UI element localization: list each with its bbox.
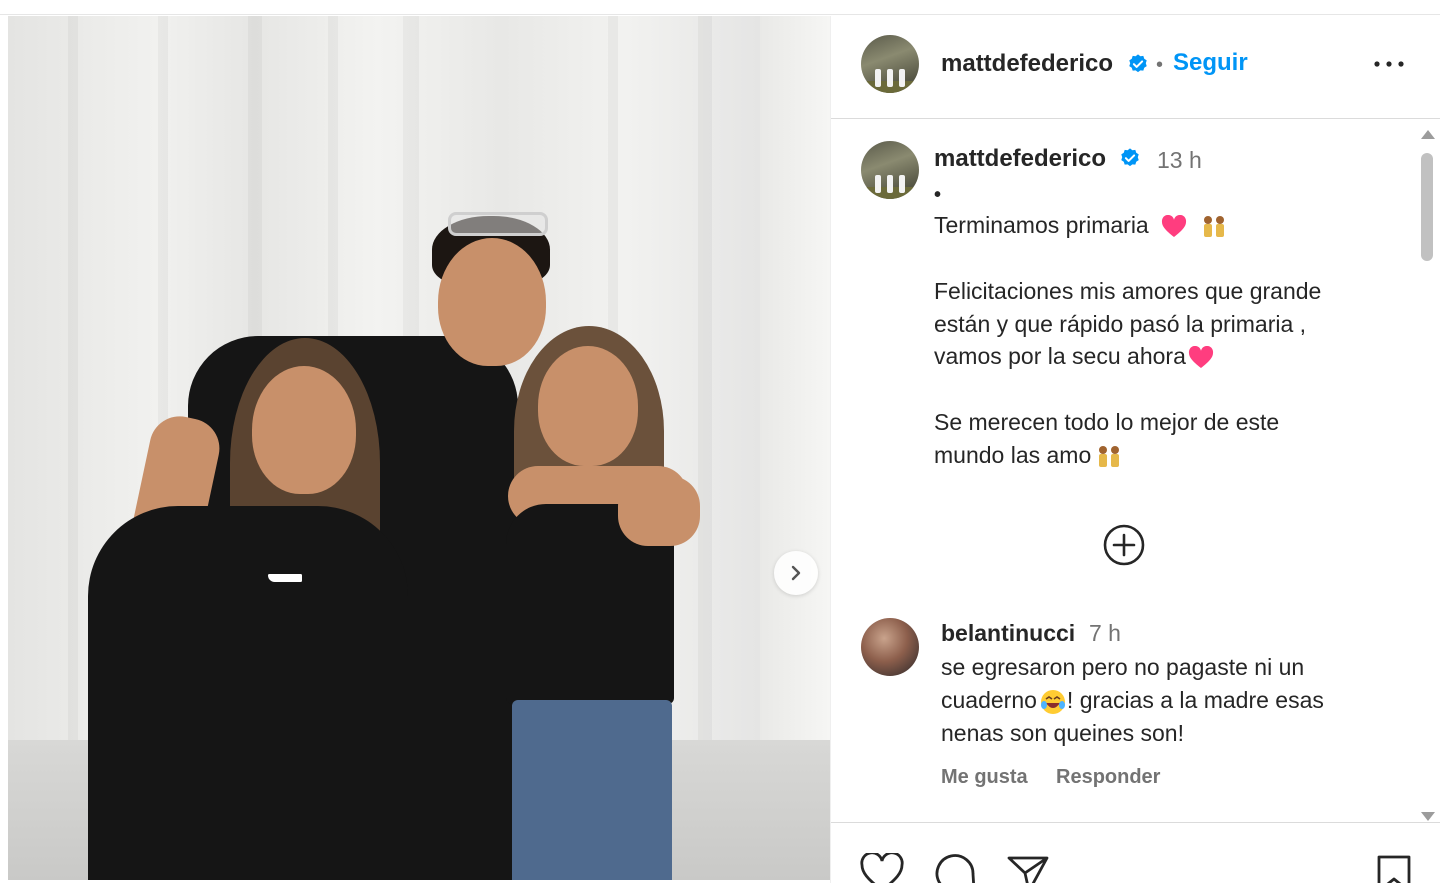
post-timestamp[interactable]: 13 h: [1157, 147, 1202, 174]
share-button[interactable]: [1005, 853, 1051, 883]
comment-timestamp[interactable]: 7 h: [1089, 620, 1121, 647]
commenter-avatar[interactable]: [861, 618, 919, 676]
caption-text: Terminamos primaria: [934, 212, 1149, 238]
comment-text-line: se egresaron pero no pagaste ni un: [941, 654, 1305, 680]
browser-top-edge: [0, 0, 1440, 15]
like-button[interactable]: [859, 851, 905, 883]
share-icon: [1007, 856, 1049, 883]
caption-line: Se merecen todo lo mejor de este: [934, 409, 1280, 435]
caption-bullet: •: [934, 184, 942, 206]
author-username[interactable]: mattdefederico: [941, 50, 1113, 78]
post-action-bar: [831, 822, 1440, 883]
comment-reply-button[interactable]: Responder: [1056, 766, 1160, 789]
caption-author-avatar[interactable]: [861, 141, 919, 199]
caption-text: vamos por la secu ahora: [934, 343, 1186, 369]
load-more-comments-button[interactable]: [1102, 523, 1146, 567]
scrollbar-thumb[interactable]: [1421, 153, 1433, 261]
heart-icon: [860, 851, 904, 883]
comment-text-line: nenas son queines son!: [941, 720, 1184, 746]
scroll-up-arrow-icon[interactable]: [1421, 130, 1435, 139]
caption-line: están y que rápido pasó la primaria ,: [934, 311, 1307, 337]
chevron-right-icon: [791, 565, 801, 581]
two-girls-icon: [1099, 445, 1120, 467]
caption-line: mundo las amo: [934, 442, 1123, 469]
comment-text: cuaderno: [941, 687, 1037, 713]
post-header: mattdefederico • Seguir: [831, 16, 1440, 119]
comment-like-button[interactable]: Me gusta: [941, 766, 1028, 789]
comment-text-line: cuaderno ! gracias a la madre esas: [941, 687, 1324, 715]
verified-badge-icon: [1129, 54, 1147, 73]
post-photo: [8, 16, 830, 880]
pink-heart-icon: [1188, 345, 1213, 368]
two-girls-icon: [1203, 215, 1224, 237]
caption-author-username[interactable]: mattdefederico: [934, 145, 1106, 173]
post-sidebar: mattdefederico • Seguir mattdefederico 1…: [830, 16, 1440, 883]
follow-button[interactable]: Seguir: [1173, 49, 1248, 77]
commenter-username[interactable]: belantinucci: [941, 620, 1075, 647]
comment-text: ! gracias a la madre esas: [1066, 687, 1324, 713]
save-button[interactable]: [1371, 853, 1417, 883]
author-avatar[interactable]: [861, 35, 919, 93]
comment-icon: [935, 854, 975, 883]
browser-left-edge: [0, 15, 8, 883]
comment-button[interactable]: [933, 853, 979, 883]
plus-circle-icon: [1103, 524, 1145, 566]
caption-line: vamos por la secu ahora: [934, 343, 1214, 370]
next-photo-button[interactable]: [774, 551, 818, 595]
pink-heart-icon: [1162, 214, 1187, 237]
more-options-button[interactable]: [1369, 49, 1409, 79]
verified-badge-icon: [1121, 148, 1139, 167]
more-options-icon: [1374, 60, 1404, 67]
comments-scrollbar[interactable]: [1417, 126, 1437, 821]
separator-dot: •: [1156, 54, 1164, 76]
scroll-down-arrow-icon[interactable]: [1421, 812, 1435, 821]
laughing-face-icon: [1040, 689, 1065, 714]
caption-line: Terminamos primaria: [934, 212, 1228, 239]
bookmark-icon: [1377, 855, 1411, 883]
caption-text: mundo las amo: [934, 442, 1092, 468]
caption-line: Felicitaciones mis amores que grande: [934, 278, 1322, 304]
